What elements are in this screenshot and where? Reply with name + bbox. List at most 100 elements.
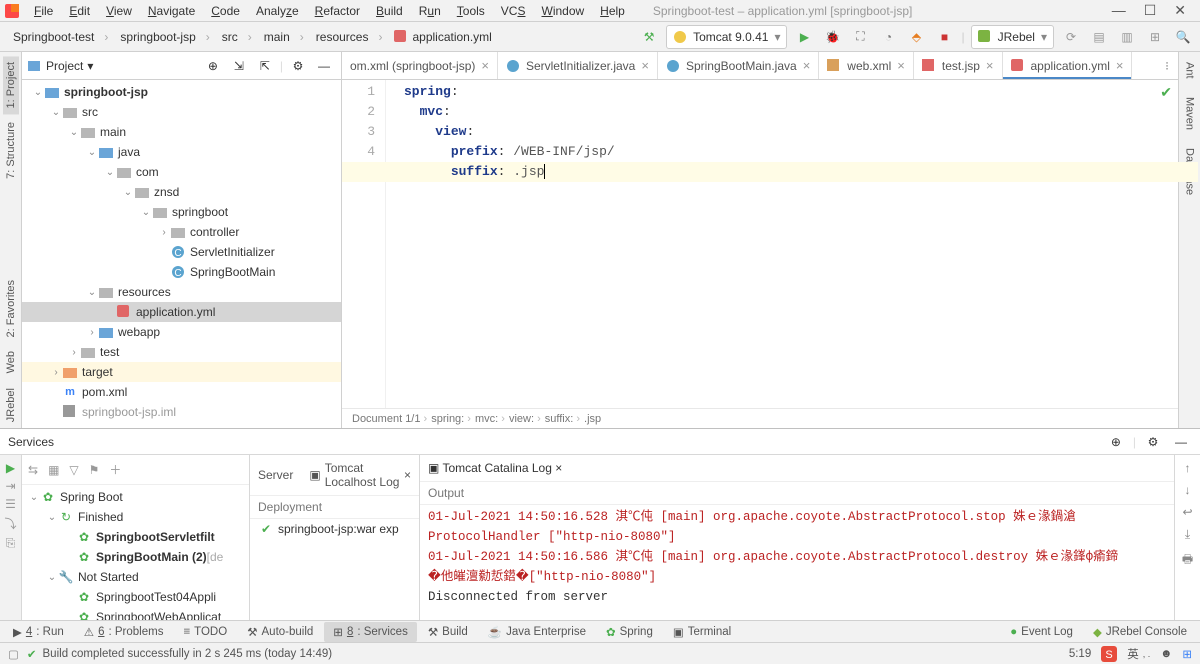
tree-java[interactable]: java [118, 145, 140, 159]
tree-target[interactable]: target [82, 365, 113, 379]
svc-tool-4[interactable]: ⚑ [89, 463, 100, 477]
code-editor[interactable]: 12345 spring: mvc: view: prefix: /WEB-IN… [342, 80, 1178, 408]
svc-icon-a[interactable]: ⇥ [5, 479, 15, 493]
search-icon[interactable]: 🔍 [1172, 26, 1194, 48]
caret-position[interactable]: 5:19 [1069, 648, 1091, 660]
hide-icon[interactable]: — [313, 55, 335, 77]
tree-servlet-init[interactable]: ServletInitializer [190, 245, 275, 259]
crumb-1[interactable]: springboot-jsp [113, 27, 216, 47]
maximize-icon[interactable]: ☐ [1144, 2, 1157, 19]
down-icon[interactable]: ↓ [1185, 483, 1191, 497]
tree-resources[interactable]: resources [118, 285, 171, 299]
jrebel-selector[interactable]: JRebel ▾ [971, 25, 1054, 49]
svc-icon-c[interactable]: ⤵ [4, 515, 16, 532]
tree-iml[interactable]: springboot-jsp.iml [82, 405, 176, 419]
menu-analyze[interactable]: Analyze [248, 4, 307, 18]
svc-icon-1[interactable]: ⊕ [1105, 431, 1127, 453]
svc-finished[interactable]: Finished [78, 510, 123, 524]
tabs-more-icon[interactable]: ⁝ [1156, 55, 1178, 77]
run-icon[interactable]: ▶ [6, 461, 15, 475]
tab-webxml[interactable]: web.xml× [819, 52, 914, 79]
tab-testjsp[interactable]: test.jsp× [914, 52, 1003, 79]
svc-test04[interactable]: SpringbootTest04Appli [96, 590, 216, 604]
tab-servlet-init[interactable]: ServletInitializer.java× [498, 52, 658, 79]
close-icon[interactable]: × [897, 58, 905, 73]
tree-springboot-main[interactable]: SpringBootMain [190, 265, 275, 279]
btab-spring[interactable]: ✿ Spring [597, 622, 662, 642]
inspection-ok-icon[interactable]: ✔ [1160, 84, 1172, 104]
menu-view[interactable]: View [98, 4, 140, 18]
tree-test[interactable]: test [100, 345, 119, 359]
btab-javaee[interactable]: ☕ Java Enterprise [479, 622, 595, 642]
btab-problems[interactable]: ⚠ 6: Problems [75, 622, 173, 642]
svc-tab-local[interactable]: ▣ Tomcat Localhost Log × [309, 461, 411, 489]
toolbar-icon-1[interactable]: ▤ [1088, 26, 1110, 48]
crumb-3[interactable]: main [257, 27, 311, 47]
concurrency-icon[interactable]: ⬘ [905, 26, 927, 48]
btab-eventlog[interactable]: ● Event Log [1001, 623, 1082, 641]
expand-icon[interactable]: ⇲ [228, 55, 250, 77]
menu-tools[interactable]: Tools [449, 4, 493, 18]
tree-main[interactable]: main [100, 125, 126, 139]
update-icon[interactable]: ⟳ [1060, 26, 1082, 48]
svc-tool-1[interactable]: ⇆ [28, 463, 38, 477]
menu-window[interactable]: Window [533, 4, 592, 18]
btab-build[interactable]: ⚒ Build [419, 622, 477, 642]
crumb-0[interactable]: Springboot-test [6, 27, 115, 47]
menu-navigate[interactable]: Navigate [140, 4, 203, 18]
toolbar-icon-2[interactable]: ▥ [1116, 26, 1138, 48]
deploy-item[interactable]: springboot-jsp:war exp [278, 522, 399, 536]
up-icon[interactable]: ↑ [1185, 461, 1191, 475]
svc-not-started[interactable]: Not Started [78, 570, 139, 584]
tree-root[interactable]: springboot-jsp [64, 85, 148, 99]
output-console[interactable]: 01-Jul-2021 14:50:16.528 淇℃伅 [main] org.… [420, 505, 1174, 620]
close-icon[interactable]: × [1116, 58, 1124, 73]
btab-run[interactable]: ▶ 4: Run [4, 622, 73, 642]
debug-icon[interactable]: 🐞 [821, 26, 843, 48]
close-icon[interactable]: × [803, 58, 811, 73]
gear-icon[interactable]: ⚙ [287, 55, 309, 77]
tree-pom[interactable]: pom.xml [82, 385, 127, 399]
close-icon[interactable]: × [641, 58, 649, 73]
close-icon[interactable]: ✕ [1174, 2, 1186, 19]
tab-pom[interactable]: om.xml (springboot-jsp)× [342, 52, 498, 79]
status-tool-icon[interactable]: ▢ [8, 647, 19, 661]
run-icon[interactable]: ▶ [793, 26, 815, 48]
tree-src[interactable]: src [82, 105, 98, 119]
menu-run[interactable]: Run [411, 4, 449, 18]
filter-icon[interactable]: ▽ [69, 463, 78, 477]
svc-main2[interactable]: SpringBootMain (2) [96, 550, 207, 564]
build-icon[interactable]: ⚒ [638, 26, 660, 48]
tab-ant[interactable]: Ant [1182, 56, 1198, 85]
svc-icon-b[interactable]: ☰ [5, 497, 16, 511]
ime-icon[interactable]: S [1101, 646, 1117, 662]
menu-vcs[interactable]: VCS [493, 4, 534, 18]
status-grid-icon[interactable]: ⊞ [1182, 647, 1192, 661]
project-tree[interactable]: ⌄springboot-jsp ⌄src ⌄main ⌄java ⌄com ⌄z… [22, 80, 341, 428]
svc-spring-boot[interactable]: Spring Boot [60, 490, 123, 504]
svc-tab-catalina[interactable]: ▣ Tomcat Catalina Log × [428, 461, 562, 475]
add-icon[interactable]: ＋ [109, 461, 121, 478]
tree-webapp[interactable]: webapp [118, 325, 160, 339]
tab-appyml[interactable]: application.yml× [1003, 52, 1133, 79]
menu-build[interactable]: Build [368, 4, 411, 18]
tab-maven[interactable]: Maven [1182, 91, 1198, 136]
menu-refactor[interactable]: Refactor [307, 4, 368, 18]
run-config-selector[interactable]: Tomcat 9.0.41 ▾ [666, 25, 787, 49]
btab-todo[interactable]: ≡ TODO [174, 623, 236, 641]
coverage-icon[interactable]: ⛶ [849, 26, 871, 48]
tab-jrebel[interactable]: JRebel [3, 382, 19, 428]
menu-file[interactable]: File [26, 4, 61, 18]
minimize-icon[interactable]: — [1112, 2, 1126, 19]
btab-jrebel-console[interactable]: ◆ JRebel Console [1084, 622, 1196, 642]
gear-icon[interactable]: ⚙ [1142, 431, 1164, 453]
svc-icon-d[interactable]: ⎘ [6, 536, 16, 551]
close-icon[interactable]: × [481, 58, 489, 73]
btab-autobuild[interactable]: ⚒ Auto-build [238, 622, 322, 642]
profile-icon[interactable]: ◔ [877, 26, 899, 48]
crumb-5[interactable]: application.yml [387, 27, 508, 47]
stop-icon[interactable]: ■ [933, 26, 955, 48]
toolbar-icon-3[interactable]: ⊞ [1144, 26, 1166, 48]
crumb-4[interactable]: resources [309, 27, 390, 47]
svc-servlet-filter[interactable]: SpringbootServletfilt [96, 530, 215, 544]
